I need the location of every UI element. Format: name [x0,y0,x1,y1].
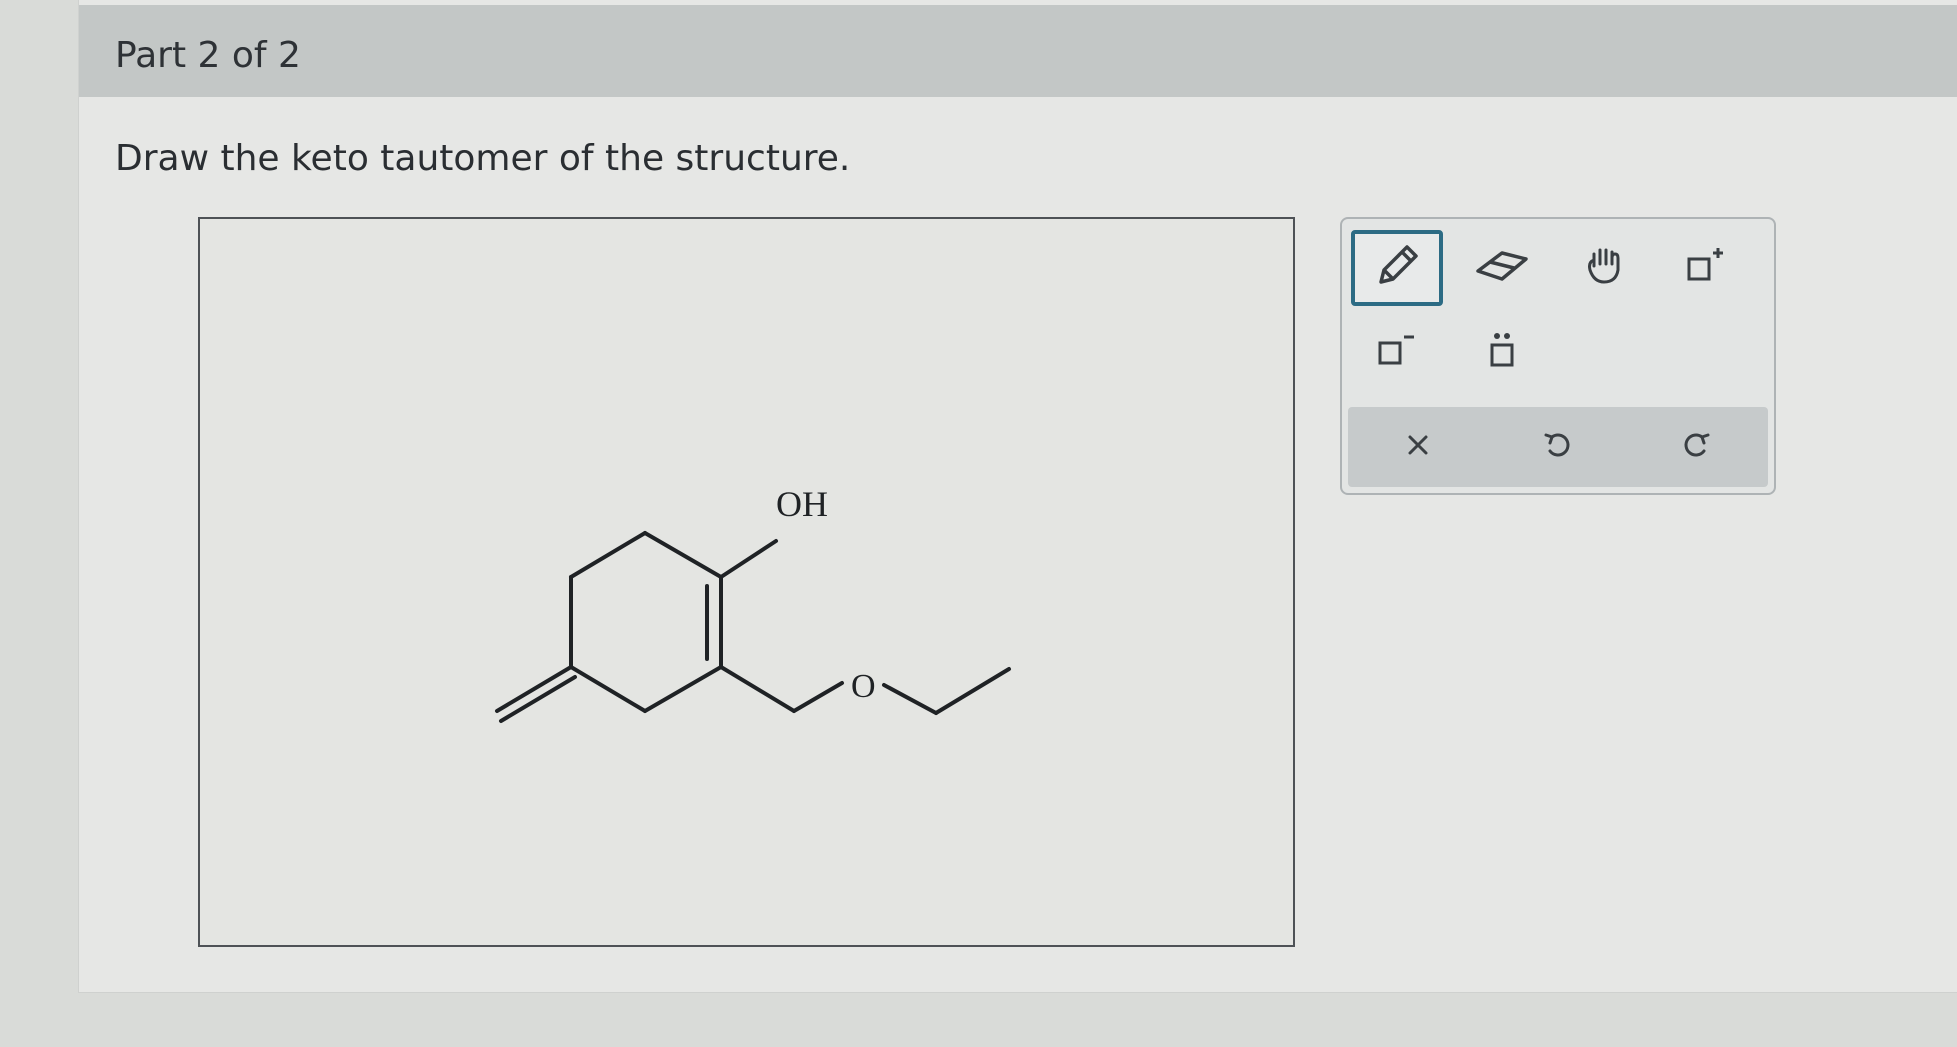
question-prompt: Draw the keto tautomer of the structure. [115,138,851,179]
chain-bond [934,667,1011,715]
chain-bond [882,683,938,715]
clear-button[interactable] [1378,407,1458,487]
box-plus-icon [1680,240,1732,296]
pencil-tool[interactable] [1351,230,1443,306]
positive-charge-tool[interactable] [1660,230,1752,306]
redo-icon [1678,427,1714,467]
molecule-structure: OH O [495,484,1011,723]
drawing-canvas[interactable]: OH O [198,217,1295,947]
pan-tool[interactable] [1560,230,1652,306]
redo-button[interactable] [1656,407,1736,487]
lone-pair-tool[interactable] [1456,314,1548,390]
hand-icon [1580,240,1632,296]
ring-bond [569,665,647,713]
part-title: Part 2 of 2 [115,35,301,76]
box-lone-pair-icon [1476,324,1528,380]
close-icon [1402,429,1434,465]
ether-oxygen-label: O [851,668,876,705]
eraser-icon [1472,241,1532,295]
ring-bond [643,665,723,713]
eraser-tool[interactable] [1456,230,1548,306]
action-bar [1348,407,1768,487]
box-minus-icon [1371,324,1423,380]
drawing-toolbar [1340,217,1776,495]
undo-icon [1540,427,1576,467]
methylene-double-bond [495,665,573,713]
question-page: Part 2 of 2 Draw the keto tautomer of th… [78,0,1957,993]
undo-button[interactable] [1518,407,1598,487]
methylene-double-bond-inner [499,675,577,723]
pencil-icon [1369,238,1425,298]
negative-charge-tool[interactable] [1351,314,1443,390]
chain-bond [719,665,796,713]
ring-bond [569,531,647,579]
chain-bond [792,681,844,713]
part-header: Part 2 of 2 [79,5,1957,97]
hydroxyl-bond [719,539,778,579]
ring-bond [643,531,723,579]
hydroxyl-label: OH [776,484,828,524]
